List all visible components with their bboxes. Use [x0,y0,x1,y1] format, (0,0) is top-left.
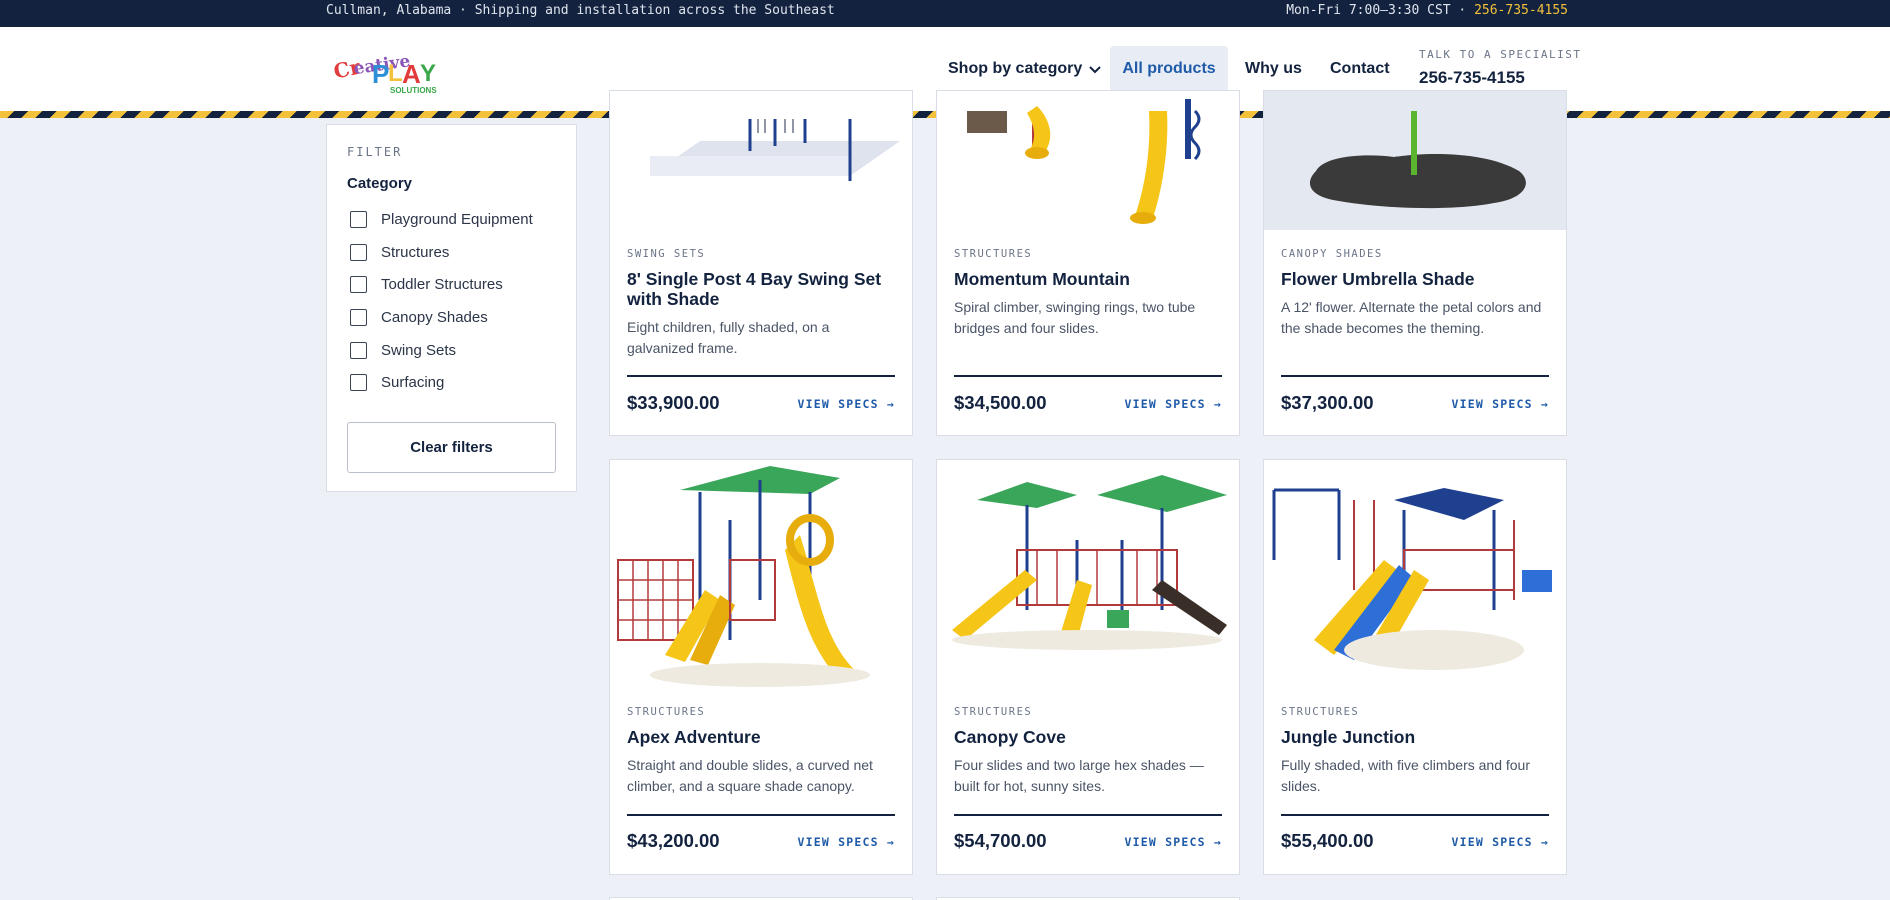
specialist-phone-link[interactable]: 256-735-4155 [1419,68,1525,88]
category-heading: Category [347,175,413,192]
checkbox[interactable] [350,374,367,391]
svg-text:SOLUTIONS: SOLUTIONS [390,86,437,95]
view-specs-link[interactable]: VIEW SPECS → [798,835,895,849]
product-category: CANOPY SHADES [1281,248,1383,260]
svg-text:A: A [402,59,421,89]
canopy-cove-image [952,475,1227,650]
filter-option-swing-sets[interactable]: Swing Sets [350,342,456,359]
product-description: Straight and double slides, a curved net… [627,757,873,794]
flower-umbrella-shade-image [1264,91,1566,230]
filter-option-label: Structures [381,244,450,261]
filter-option-toddler-structures[interactable]: Toddler Structures [350,276,503,293]
checkbox[interactable] [350,244,367,261]
product-name[interactable]: 8' Single Post 4 Bay Swing Set with Shad… [627,269,899,309]
filter-option-label: Surfacing [381,374,445,391]
top-info-bar: Cullman, Alabama · Shipping and installa… [0,0,1890,27]
product-price: $34,500.00 [954,392,1047,413]
location-text: Cullman, Alabama · Shipping and installa… [326,3,835,18]
filter-option-label: Playground Equipment [381,211,533,228]
checkbox[interactable] [350,309,367,326]
product-name[interactable]: Apex Adventure [627,727,899,747]
filter-option-structures[interactable]: Structures [350,244,449,261]
view-specs-link[interactable]: VIEW SPECS → [1125,397,1222,411]
product-card[interactable]: STRUCTURES Momentum Mountain Spiral clim… [936,90,1240,436]
product-description: Four slides and two large hex shades — b… [954,757,1204,794]
clear-filters-button[interactable]: Clear filters [347,422,556,473]
svg-text:P: P [372,59,389,89]
hours-text: Mon-Fri 7:00–3:30 CST · 256-735-4155 [1286,3,1568,18]
card-divider [1281,375,1549,377]
filter-option-surfacing[interactable]: Surfacing [350,374,444,391]
filter-option-label: Swing Sets [381,342,457,359]
product-category: STRUCTURES [954,248,1033,260]
product-card[interactable]: STRUCTURES Apex Adventure Straight and d… [609,459,913,875]
nav-contact[interactable]: Contact [1330,60,1390,78]
product-card[interactable]: STRUCTURES Canopy Cove Four slides and t… [936,459,1240,875]
filter-option-label: Toddler Structures [381,276,503,293]
product-name[interactable]: Jungle Junction [1281,727,1553,747]
filter-option-label: Canopy Shades [381,309,488,326]
checkbox[interactable] [350,342,367,359]
product-price: $55,400.00 [1281,830,1374,851]
nav-shop-label: Shop by category [948,60,1083,77]
card-divider [954,375,1222,377]
jungle-junction-image [1272,488,1552,670]
product-category: STRUCTURES [954,706,1033,718]
product-category: STRUCTURES [1281,706,1360,718]
nav-all-products[interactable]: All products [1110,46,1228,92]
filter-title: FILTER [347,145,403,159]
product-card[interactable]: STRUCTURES Jungle Junction Fully shaded,… [1263,459,1567,875]
svg-text:L: L [388,60,403,87]
product-category: STRUCTURES [627,706,706,718]
product-price: $43,200.00 [627,830,720,851]
filter-panel: FILTER Category Playground Equipment Str… [326,124,577,492]
specialist-label: TALK TO A SPECIALIST [1419,48,1582,61]
svg-text:Y: Y [420,60,436,87]
product-card[interactable]: CANOPY SHADES Flower Umbrella Shade A 12… [1263,90,1567,436]
view-specs-link[interactable]: VIEW SPECS → [1452,835,1549,849]
product-name[interactable]: Momentum Mountain [954,269,1226,289]
checkbox[interactable] [350,211,367,228]
card-divider [627,375,895,377]
filter-option-playground-equipment[interactable]: Playground Equipment [350,211,533,228]
nav-why-us[interactable]: Why us [1245,60,1302,78]
swing-set-image [650,119,900,181]
product-description: A 12' flower. Alternate the petal colors… [1281,299,1542,336]
product-price: $37,300.00 [1281,392,1374,413]
view-specs-link[interactable]: VIEW SPECS → [798,397,895,411]
card-divider [1281,814,1549,816]
product-description: Spiral climber, swinging rings, two tube… [954,299,1196,336]
card-divider [627,814,895,816]
product-price: $33,900.00 [627,392,720,413]
nav-shop-by-category[interactable]: Shop by category [948,60,1102,78]
view-specs-link[interactable]: VIEW SPECS → [1125,835,1222,849]
product-card[interactable]: SWING SETS 8' Single Post 4 Bay Swing Se… [609,90,913,436]
creative-play-logo[interactable]: Cr eative P L A Y SOLUTIONS [332,45,444,95]
checkbox[interactable] [350,276,367,293]
product-name[interactable]: Canopy Cove [954,727,1226,747]
product-description: Eight children, fully shaded, on a galva… [627,319,830,356]
filter-option-canopy-shades[interactable]: Canopy Shades [350,309,488,326]
chevron-down-icon [1089,66,1101,74]
topbar-phone-link[interactable]: 256-735-4155 [1474,3,1568,18]
hours-label: Mon-Fri 7:00–3:30 CST · [1286,3,1475,18]
card-divider [954,814,1222,816]
view-specs-link[interactable]: VIEW SPECS → [1452,397,1549,411]
product-name[interactable]: Flower Umbrella Shade [1281,269,1553,289]
apex-adventure-image [617,466,870,687]
product-category: SWING SETS [627,248,706,260]
product-price: $54,700.00 [954,830,1047,851]
momentum-mountain-image [967,99,1201,224]
product-description: Fully shaded, with five climbers and fou… [1281,757,1530,794]
